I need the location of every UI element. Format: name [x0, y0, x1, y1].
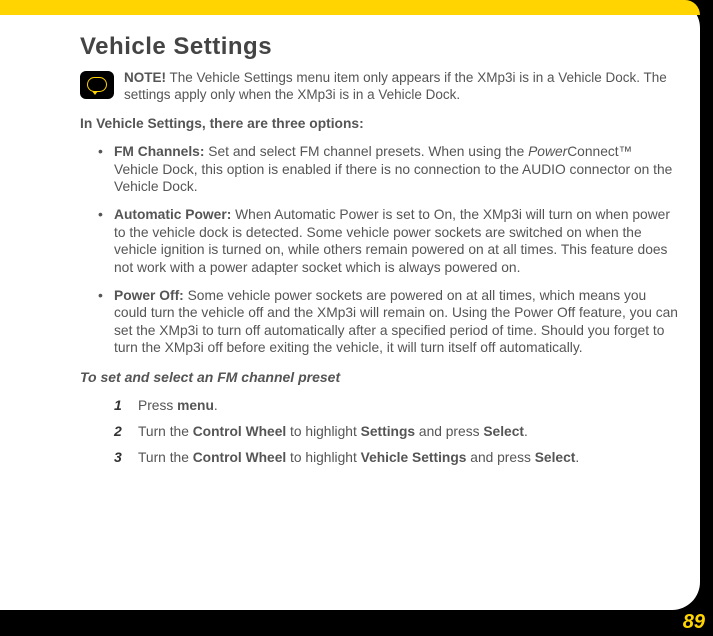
italic-word: Power: [528, 144, 567, 159]
speech-bubble-icon: [87, 77, 107, 92]
intro-text: In Vehicle Settings, there are three opt…: [80, 115, 680, 133]
note-text: NOTE! The Vehicle Settings menu item onl…: [124, 69, 680, 104]
step-text: Turn the: [138, 450, 193, 465]
option-label: Automatic Power:: [114, 207, 231, 222]
step-bold: Select: [535, 450, 576, 465]
step-text: to highlight: [286, 450, 360, 465]
step-bold: menu: [177, 398, 214, 413]
step-bold: Control Wheel: [193, 450, 287, 465]
step-number: 1: [114, 397, 138, 415]
step-text: and press: [415, 424, 483, 439]
step-number: 3: [114, 449, 138, 467]
list-item: Power Off: Some vehicle power sockets ar…: [114, 287, 680, 358]
step-body: Turn the Control Wheel to highlight Sett…: [138, 423, 680, 441]
step-text: .: [575, 450, 579, 465]
steps-list: 1 Press menu. 2 Turn the Control Wheel t…: [114, 397, 680, 467]
note-block: NOTE! The Vehicle Settings menu item onl…: [80, 69, 680, 104]
list-item: Automatic Power: When Automatic Power is…: [114, 206, 680, 277]
option-text: Some vehicle power sockets are powered o…: [114, 288, 678, 356]
step-item: 3 Turn the Control Wheel to highlight Ve…: [114, 449, 680, 467]
header-band: [0, 0, 700, 15]
page-number: 89: [683, 611, 705, 634]
step-bold: Settings: [361, 424, 415, 439]
list-item: FM Channels: Set and select FM channel p…: [114, 143, 680, 196]
step-item: 1 Press menu.: [114, 397, 680, 415]
step-text: Turn the: [138, 424, 193, 439]
subheading: To set and select an FM channel preset: [80, 369, 680, 387]
page-title: Vehicle Settings: [80, 32, 680, 63]
step-text: .: [524, 424, 528, 439]
step-body: Turn the Control Wheel to highlight Vehi…: [138, 449, 680, 467]
step-text: and press: [466, 450, 534, 465]
step-bold: Select: [483, 424, 524, 439]
step-bold: Control Wheel: [193, 424, 287, 439]
step-text: .: [214, 398, 218, 413]
note-icon: [80, 71, 114, 99]
step-text: Press: [138, 398, 177, 413]
page-content: Vehicle Settings NOTE! The Vehicle Setti…: [80, 32, 680, 475]
step-body: Press menu.: [138, 397, 680, 415]
document-page: Vehicle Settings NOTE! The Vehicle Setti…: [0, 0, 700, 610]
step-item: 2 Turn the Control Wheel to highlight Se…: [114, 423, 680, 441]
step-bold: Vehicle Settings: [361, 450, 467, 465]
step-number: 2: [114, 423, 138, 441]
note-body: The Vehicle Settings menu item only appe…: [124, 70, 667, 102]
option-label: Power Off:: [114, 288, 184, 303]
option-text: Set and select FM channel presets. When …: [208, 144, 528, 159]
options-list: FM Channels: Set and select FM channel p…: [114, 143, 680, 357]
option-label: FM Channels:: [114, 144, 204, 159]
note-label: NOTE!: [124, 70, 166, 85]
step-text: to highlight: [286, 424, 360, 439]
